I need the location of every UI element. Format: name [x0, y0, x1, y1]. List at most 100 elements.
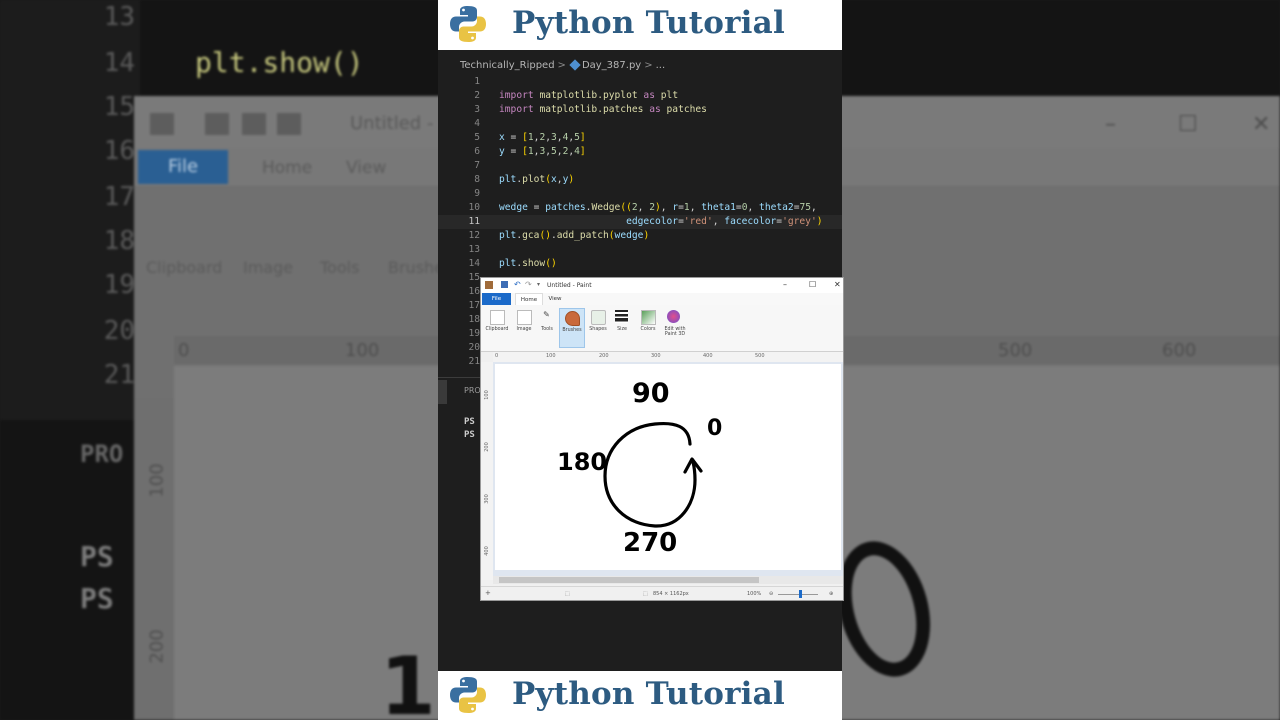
bg-line-number: 13 — [103, 2, 135, 32]
line-number: 19 — [468, 328, 480, 339]
line-number: 21 — [468, 356, 480, 367]
clipboard-icon — [490, 310, 505, 325]
bg-line-number: 18 — [103, 226, 135, 256]
ribbon-colors[interactable]: Colors — [636, 308, 660, 346]
ruler-label: 500 — [755, 353, 765, 359]
ruler-label: 100 — [546, 353, 556, 359]
ruler-label: 400 — [483, 546, 490, 556]
close-icon[interactable]: ✕ — [834, 280, 841, 289]
line-number: 17 — [468, 300, 480, 311]
breadcrumb-folder[interactable]: Technically_Ripped — [460, 60, 555, 71]
line-number: 1 — [474, 76, 480, 87]
code-text: edgecolor='red', facecolor='grey') — [626, 216, 823, 227]
paint-window-title: Untitled - Paint — [547, 282, 592, 289]
line-number: 13 — [468, 244, 480, 255]
line-number: 8 — [474, 174, 480, 185]
size-icon — [615, 310, 628, 323]
maximize-icon[interactable]: ☐ — [809, 280, 816, 289]
ribbon-clipboard[interactable]: Clipboard — [485, 308, 509, 346]
line-number: 12 — [468, 230, 480, 241]
zoom-level: 100% — [747, 591, 762, 597]
line-number: 14 — [468, 258, 480, 269]
paint-statusbar: + ⬚ ⬚ 854 × 1162px 100% ⊖ ⊕ — [481, 586, 843, 600]
scrollbar-thumb[interactable] — [499, 577, 759, 583]
tools-icon: ✎ — [543, 310, 550, 319]
bottom-banner: Python Tutorial — [438, 671, 842, 720]
bg-line-number: 17 — [103, 182, 135, 212]
bg-line-number: 19 — [103, 270, 135, 300]
bg-ps-line: PS — [80, 582, 114, 615]
python-logo-icon — [450, 6, 486, 42]
ruler-label: 300 — [483, 494, 490, 504]
tab-view[interactable]: View — [543, 293, 567, 305]
terminal-tab-label[interactable]: PRO — [464, 386, 481, 395]
zoom-slider-thumb[interactable] — [799, 590, 802, 598]
image-icon — [517, 310, 532, 325]
code-text: import matplotlib.patches as patches — [499, 104, 707, 115]
paint-titlebar[interactable]: ↶ ↷ ▾ Untitled - Paint – ☐ ✕ — [481, 278, 843, 293]
bg-maximize-icon: ☐ — [1178, 112, 1198, 137]
redo-icon[interactable]: ↷ — [525, 280, 532, 289]
ruler-label: 300 — [651, 353, 661, 359]
bg-line-number: 14 — [103, 48, 135, 78]
bg-line-number: 15 — [103, 92, 135, 122]
breadcrumb[interactable]: Technically_Ripped > Day_387.py >... — [460, 59, 666, 71]
colors-icon — [641, 310, 656, 325]
code-text: plt.plot(x,y) — [499, 174, 575, 185]
code-text: wedge = patches.Wedge((2, 2), r=1, theta… — [499, 202, 817, 213]
activity-bar-marker — [438, 380, 447, 404]
terminal-prompt: PS — [464, 417, 475, 427]
line-number: 4 — [474, 118, 480, 129]
ruler-label: 200 — [483, 442, 490, 452]
paint3d-icon — [667, 310, 680, 323]
line-number: 6 — [474, 146, 480, 157]
label-90-degrees: 90 — [632, 378, 670, 409]
label-0-degrees: 0 — [707, 416, 723, 441]
bg-ribbon-label: Tools — [320, 258, 360, 277]
tab-file[interactable]: File — [482, 293, 511, 305]
code-text: import matplotlib.pyplot as plt — [499, 90, 679, 101]
paint-app-icon — [485, 281, 493, 289]
terminal-prompt: PS — [464, 430, 475, 440]
bg-ruler-left-label: 100 — [146, 463, 168, 498]
bg-close-icon: ✕ — [1252, 112, 1271, 137]
ribbon-tools[interactable]: ✎ Tools — [535, 308, 559, 346]
shapes-icon — [591, 310, 606, 325]
bg-file-tab: File — [138, 150, 228, 184]
quick-access-dropdown-icon[interactable]: ▾ — [537, 281, 540, 288]
drawing-canvas[interactable]: 90 0 180 270 — [495, 364, 841, 570]
zoom-slider-track[interactable] — [778, 594, 818, 595]
line-number: 5 — [474, 132, 480, 143]
ruler-label: 100 — [483, 390, 490, 400]
bg-save-icon — [205, 113, 229, 135]
bg-ruler-label: 0 — [178, 340, 190, 361]
bg-paint-icon — [150, 113, 174, 135]
zoom-in-icon[interactable]: ⊕ — [829, 591, 833, 597]
code-line-active: 11 edgecolor='red', facecolor='grey') — [438, 215, 842, 229]
line-number: 7 — [474, 160, 480, 171]
python-file-icon — [569, 59, 581, 71]
zoom-out-icon[interactable]: ⊖ — [769, 591, 773, 597]
bg-terminal-label: PRO — [80, 440, 124, 468]
bg-ribbon-label: Clipboard — [146, 258, 223, 277]
undo-icon[interactable]: ↶ — [514, 280, 521, 289]
chevron-right-icon: > — [557, 60, 566, 71]
line-number: 9 — [474, 188, 480, 199]
line-number: 3 — [474, 104, 480, 115]
ruler-label: 200 — [599, 353, 609, 359]
breadcrumb-file[interactable]: Day_387.py — [582, 60, 641, 71]
ribbon-size[interactable]: Size — [610, 308, 634, 346]
ruler-label: 0 — [495, 353, 499, 359]
line-number: 2 — [474, 90, 480, 101]
line-number: 20 — [468, 342, 480, 353]
breadcrumb-more[interactable]: ... — [656, 60, 666, 71]
minimize-icon[interactable]: – — [783, 280, 787, 289]
ribbon-edit-paint3d[interactable]: Edit with Paint 3D — [662, 308, 688, 346]
bg-ruler-label: 600 — [1162, 340, 1197, 361]
save-icon[interactable] — [501, 281, 508, 288]
line-number: 11 — [468, 216, 480, 227]
line-number: 15 — [468, 272, 480, 283]
bg-tab-view: View — [346, 158, 387, 178]
bg-ruler-label: 100 — [345, 340, 380, 361]
horizontal-scrollbar[interactable] — [493, 576, 843, 584]
